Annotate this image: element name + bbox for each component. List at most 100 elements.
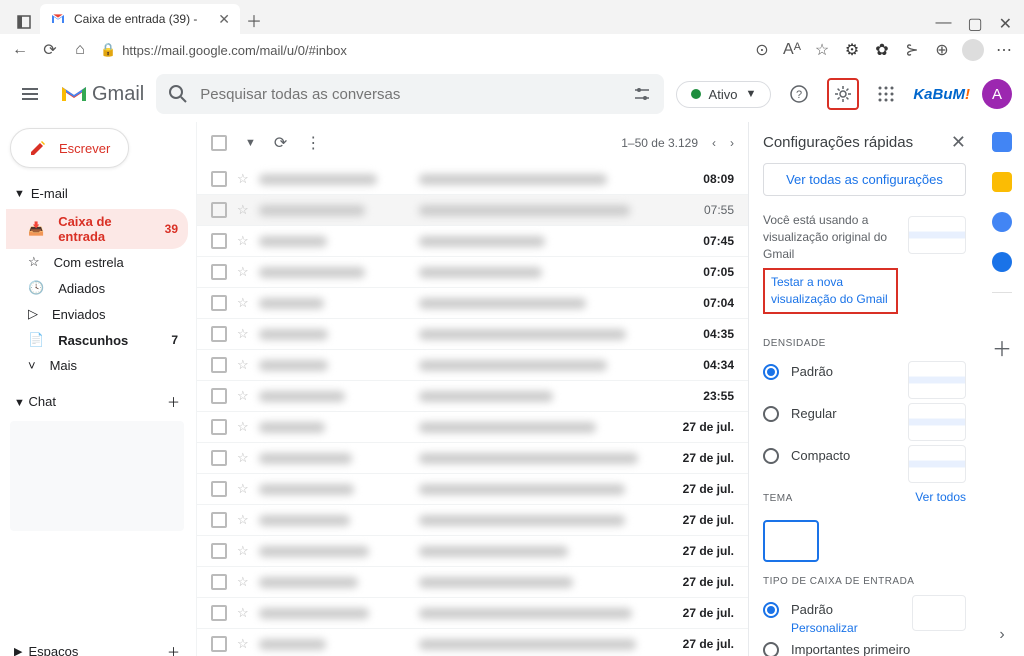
email-row[interactable]: ☆ 27 de jul. <box>197 598 748 629</box>
star-icon[interactable]: ☆ <box>237 419 249 435</box>
email-checkbox[interactable] <box>211 295 227 311</box>
inbox-customize-link[interactable]: Personalizar <box>763 621 902 635</box>
star-icon[interactable]: ☆ <box>237 233 249 249</box>
google-apps-icon[interactable] <box>871 79 901 109</box>
tasks-addon-icon[interactable] <box>992 212 1012 232</box>
email-checkbox[interactable] <box>211 233 227 249</box>
extension-gear-icon[interactable]: ⚙ <box>842 40 862 60</box>
sidebar-item-com-estrela[interactable]: ☆Com estrela <box>6 249 188 275</box>
email-checkbox[interactable] <box>211 388 227 404</box>
email-row[interactable]: ☆ 27 de jul. <box>197 474 748 505</box>
browser-menu-icon[interactable]: ⋯ <box>994 40 1014 60</box>
sidebar-item-adiados[interactable]: 🕓Adiados <box>6 275 188 301</box>
email-checkbox[interactable] <box>211 171 227 187</box>
email-row[interactable]: ☆ 07:05 <box>197 257 748 288</box>
sidebar-spaces-section[interactable]: ▶Espaços＋ <box>6 637 188 656</box>
email-row[interactable]: ☆ 04:35 <box>197 319 748 350</box>
email-row[interactable]: ☆ 27 de jul. <box>197 567 748 598</box>
status-chip[interactable]: Ativo ▼ <box>676 81 772 108</box>
email-checkbox[interactable] <box>211 419 227 435</box>
sidebar-item-caixa-de-entrada[interactable]: 📥Caixa de entrada39 <box>6 209 188 249</box>
more-actions-icon[interactable]: ⋮ <box>305 133 321 153</box>
star-icon[interactable]: ☆ <box>237 388 249 404</box>
refresh-list-icon[interactable]: ⟳ <box>274 133 287 153</box>
settings-gear-highlighted[interactable] <box>827 78 859 110</box>
density-padrão-radio[interactable]: Padrão <box>763 357 898 387</box>
hide-panel-icon[interactable]: › <box>999 626 1004 644</box>
contacts-addon-icon[interactable] <box>992 252 1012 272</box>
try-new-view-link[interactable]: Testar a nova visualização do Gmail <box>771 274 890 308</box>
keep-addon-icon[interactable] <box>992 172 1012 192</box>
gmail-logo[interactable]: Gmail <box>60 83 144 106</box>
support-icon[interactable]: ? <box>783 78 815 110</box>
new-space-icon[interactable]: ＋ <box>167 642 180 656</box>
star-icon[interactable]: ☆ <box>237 450 249 466</box>
sidebar-item-rascunhos[interactable]: 📄Rascunhos7 <box>6 327 188 353</box>
close-window-icon[interactable]: ✕ <box>999 14 1012 34</box>
email-checkbox[interactable] <box>211 636 227 652</box>
back-icon[interactable]: ← <box>10 40 30 60</box>
reader-icon[interactable]: ⊙ <box>752 40 772 60</box>
email-checkbox[interactable] <box>211 326 227 342</box>
email-row[interactable]: ☆ 08:09 <box>197 164 748 195</box>
maximize-icon[interactable]: ▢ <box>967 14 982 34</box>
email-checkbox[interactable] <box>211 543 227 559</box>
search-box[interactable] <box>156 74 663 114</box>
density-compacto-radio[interactable]: Compacto <box>763 441 898 471</box>
minimize-icon[interactable]: — <box>935 14 951 34</box>
url-input[interactable]: 🔒 https://mail.google.com/mail/u/0/#inbo… <box>100 42 742 58</box>
star-icon[interactable]: ☆ <box>237 481 249 497</box>
collections-icon[interactable]: ⊕ <box>932 40 952 60</box>
star-icon[interactable]: ☆ <box>237 202 249 218</box>
new-tab-button[interactable]: ＋ <box>240 6 268 34</box>
email-row[interactable]: ☆ 27 de jul. <box>197 629 748 656</box>
email-checkbox[interactable] <box>211 450 227 466</box>
search-input[interactable] <box>200 86 619 103</box>
email-row[interactable]: ☆ 27 de jul. <box>197 505 748 536</box>
email-checkbox[interactable] <box>211 574 227 590</box>
star-icon[interactable]: ☆ <box>237 636 249 652</box>
sidebar-item-mais[interactable]: ˅Mais <box>6 353 188 378</box>
email-checkbox[interactable] <box>211 202 227 218</box>
browser-tab[interactable]: Caixa de entrada (39) - ✕ <box>40 4 240 34</box>
tab-actions-icon[interactable] <box>12 10 36 34</box>
star-icon[interactable]: ☆ <box>237 357 249 373</box>
email-row[interactable]: ☆ 27 de jul. <box>197 412 748 443</box>
select-dropdown-icon[interactable]: ▼ <box>245 137 256 149</box>
search-options-icon[interactable] <box>632 84 652 104</box>
extension-puzzle-icon[interactable]: ✿ <box>872 40 892 60</box>
email-checkbox[interactable] <box>211 512 227 528</box>
sponsor-logo[interactable]: KaBuM! <box>913 86 970 103</box>
compose-button[interactable]: Escrever <box>10 128 129 168</box>
sidebar-chat-section[interactable]: ▼ Chat＋ <box>6 388 188 415</box>
text-size-icon[interactable]: Aᴬ <box>782 40 802 60</box>
email-row[interactable]: ☆ 23:55 <box>197 381 748 412</box>
email-row[interactable]: ☆ 07:04 <box>197 288 748 319</box>
sidebar-item-enviados[interactable]: ▷Enviados <box>6 301 188 327</box>
star-icon[interactable]: ☆ <box>237 171 249 187</box>
favorites-bar-icon[interactable]: ⊱ <box>902 40 922 60</box>
get-addons-icon[interactable]: ＋ <box>992 333 1012 362</box>
star-icon[interactable]: ☆ <box>237 512 249 528</box>
settings-close-icon[interactable]: ✕ <box>951 132 966 153</box>
email-checkbox[interactable] <box>211 264 227 280</box>
email-checkbox[interactable] <box>211 481 227 497</box>
favorite-icon[interactable]: ☆ <box>812 40 832 60</box>
try-new-view-highlighted[interactable]: Testar a nova visualização do Gmail <box>763 268 898 314</box>
email-row[interactable]: ☆ 27 de jul. <box>197 443 748 474</box>
theme-view-all-link[interactable]: Ver todos <box>915 490 966 504</box>
email-row[interactable]: ☆ 07:45 <box>197 226 748 257</box>
email-row[interactable]: ☆ 04:34 <box>197 350 748 381</box>
next-page-icon[interactable]: › <box>730 136 734 150</box>
star-icon[interactable]: ☆ <box>237 326 249 342</box>
star-icon[interactable]: ☆ <box>237 295 249 311</box>
email-checkbox[interactable] <box>211 605 227 621</box>
email-row[interactable]: ☆ 07:55 <box>197 195 748 226</box>
browser-profile-icon[interactable] <box>962 39 984 61</box>
select-all-checkbox[interactable] <box>211 135 227 151</box>
sidebar-email-section[interactable]: ▼E-mail <box>6 182 188 205</box>
star-icon[interactable]: ☆ <box>237 605 249 621</box>
star-icon[interactable]: ☆ <box>237 264 249 280</box>
email-row[interactable]: ☆ 27 de jul. <box>197 536 748 567</box>
inbox-type-important-radio[interactable]: Importantes primeiro <box>763 635 966 656</box>
